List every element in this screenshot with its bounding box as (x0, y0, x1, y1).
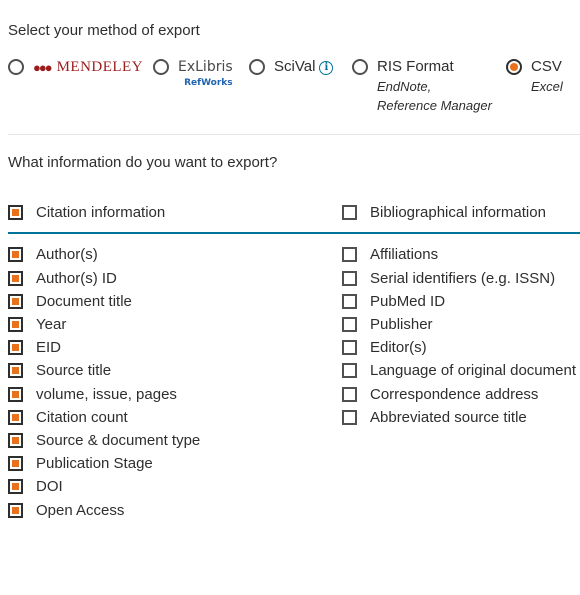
field-volume-issue-pages[interactable]: volume, issue, pages (8, 383, 177, 405)
field-label: Author(s) ID (36, 269, 117, 287)
field-checkbox[interactable] (8, 478, 23, 494)
field-label: Publisher (370, 315, 433, 333)
group-header-rule (8, 232, 580, 234)
field-label: Language of original document (370, 361, 576, 379)
group-citation[interactable]: Citation information (8, 201, 165, 223)
bibliographical-group-checkbox[interactable] (342, 204, 357, 220)
field-citation-count[interactable]: Citation count (8, 406, 128, 428)
export-method-heading: Select your method of export (8, 22, 200, 39)
field-doi[interactable]: DOI (8, 475, 63, 497)
ris-sub-2: Reference Manager (377, 98, 492, 113)
field-affiliations[interactable]: Affiliations (342, 243, 438, 265)
scival-radio[interactable] (249, 59, 265, 75)
refworks-radio[interactable] (153, 59, 169, 75)
field-label: DOI (36, 477, 63, 495)
field-pubmed-id[interactable]: PubMed ID (342, 290, 445, 312)
field-label: Year (36, 315, 67, 333)
field-label: Serial identifiers (e.g. ISSN) (370, 269, 556, 287)
field-label: Publication Stage (36, 454, 153, 472)
method-mendeley[interactable]: ●●● MENDELEY (8, 52, 143, 82)
csv-radio[interactable] (506, 59, 522, 75)
field-checkbox[interactable] (8, 270, 23, 286)
field-checkbox[interactable] (8, 432, 23, 448)
field-checkbox[interactable] (342, 293, 357, 309)
field-publication-stage[interactable]: Publication Stage (8, 452, 153, 474)
field-source-title[interactable]: Source title (8, 359, 111, 381)
field-checkbox[interactable] (8, 386, 23, 402)
field-label: Source title (36, 361, 112, 379)
field-checkbox[interactable] (342, 316, 357, 332)
citation-group-label: Citation information (36, 203, 166, 221)
field-source-doc-type[interactable]: Source & document type (8, 429, 200, 451)
field-checkbox[interactable] (8, 362, 23, 378)
field-label: Document title (36, 292, 132, 310)
field-label: EID (36, 338, 62, 356)
field-label: Source & document type (36, 431, 201, 449)
field-checkbox[interactable] (342, 409, 357, 425)
field-label: Affiliations (370, 245, 439, 263)
field-checkbox[interactable] (342, 246, 357, 262)
field-checkbox[interactable] (8, 409, 23, 425)
field-label: volume, issue, pages (36, 385, 177, 403)
export-info-heading: What information do you want to export? (8, 154, 278, 171)
refworks-label: RefWorks (184, 78, 233, 88)
refworks-logo: ExLibris RefWorks (178, 52, 233, 88)
field-checkbox[interactable] (8, 455, 23, 471)
citation-group-checkbox[interactable] (8, 204, 23, 220)
field-label: Abbreviated source title (370, 408, 527, 426)
field-label: Open Access (36, 501, 125, 519)
field-label: Citation count (36, 408, 128, 426)
field-checkbox[interactable] (8, 502, 23, 518)
field-checkbox[interactable] (342, 339, 357, 355)
ris-radio[interactable] (352, 59, 368, 75)
mendeley-radio[interactable] (8, 59, 24, 75)
field-checkbox[interactable] (342, 362, 357, 378)
field-document-title[interactable]: Document title (8, 290, 132, 312)
field-year[interactable]: Year (8, 313, 66, 335)
field-language[interactable]: Language of original document (342, 359, 576, 381)
field-publisher[interactable]: Publisher (342, 313, 433, 335)
field-label: Author(s) (36, 245, 98, 263)
field-checkbox[interactable] (342, 386, 357, 402)
field-correspondence-address[interactable]: Correspondence address (342, 383, 538, 405)
group-bibliographical[interactable]: Bibliographical information (342, 201, 546, 223)
method-refworks[interactable]: ExLibris RefWorks (153, 52, 233, 88)
field-checkbox[interactable] (8, 246, 23, 262)
field-abbreviated-source-title[interactable]: Abbreviated source title (342, 406, 527, 428)
field-checkbox[interactable] (8, 293, 23, 309)
method-csv[interactable]: CSV Excel (506, 52, 563, 96)
section-divider (8, 134, 580, 135)
field-label: Correspondence address (370, 385, 539, 403)
bibliographical-group-label: Bibliographical information (370, 203, 546, 221)
exlibris-label: ExLibris (178, 59, 233, 75)
mendeley-icon: ●●● (33, 59, 53, 75)
method-ris[interactable]: RIS Format EndNote, Reference Manager (352, 52, 492, 115)
export-method-group: ●●● MENDELEY ExLibris RefWorks SciVal i R… (0, 52, 580, 124)
info-icon[interactable]: i (319, 61, 334, 75)
field-open-access[interactable]: Open Access (8, 499, 124, 521)
csv-sub: Excel (531, 79, 563, 94)
field-checkbox[interactable] (342, 270, 357, 286)
field-checkbox[interactable] (8, 316, 23, 332)
mendeley-label: MENDELEY (56, 58, 144, 75)
field-serial-identifiers[interactable]: Serial identifiers (e.g. ISSN) (342, 267, 555, 289)
scival-label: SciVal (274, 58, 316, 75)
field-eid[interactable]: EID (8, 336, 61, 358)
field-checkbox[interactable] (8, 339, 23, 355)
field-label: Editor(s) (370, 338, 427, 356)
field-authors[interactable]: Author(s) (8, 243, 98, 265)
field-label: PubMed ID (370, 292, 446, 310)
field-editors[interactable]: Editor(s) (342, 336, 427, 358)
method-scival[interactable]: SciVal i (249, 52, 334, 82)
field-author-id[interactable]: Author(s) ID (8, 267, 117, 289)
mendeley-logo: ●●● MENDELEY (33, 52, 143, 82)
